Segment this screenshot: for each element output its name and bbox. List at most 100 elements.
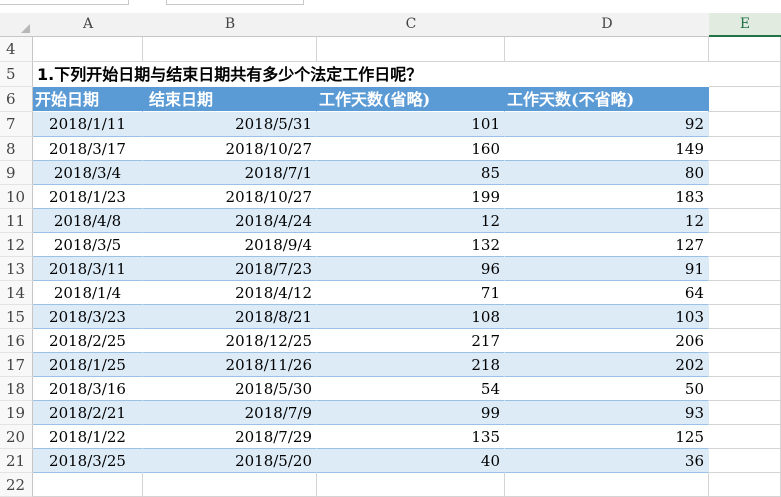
column-header-a[interactable]: A: [33, 13, 144, 37]
select-all-corner[interactable]: [0, 13, 34, 37]
row-header-7[interactable]: 7: [0, 112, 33, 137]
empty-cell[interactable]: [505, 37, 709, 62]
empty-cell-e21[interactable]: [709, 449, 781, 473]
cell-workdays-full[interactable]: 183: [505, 185, 709, 209]
empty-cell-e17[interactable]: [709, 353, 781, 377]
cell-workdays-omitted[interactable]: 12: [317, 209, 505, 233]
empty-cell[interactable]: [143, 37, 317, 62]
cell-start-date[interactable]: 2018/1/4: [33, 281, 143, 305]
row-header-16[interactable]: 16: [0, 329, 33, 353]
row-header-15[interactable]: 15: [0, 305, 33, 329]
row-header-17[interactable]: 17: [0, 353, 33, 377]
empty-cell[interactable]: [143, 473, 317, 497]
empty-cell-e8[interactable]: [709, 137, 781, 161]
table-header-end-date[interactable]: 结束日期: [143, 87, 317, 112]
cell-end-date[interactable]: 2018/7/23: [143, 257, 317, 281]
empty-cell-e20[interactable]: [709, 425, 781, 449]
empty-cell[interactable]: [33, 37, 143, 62]
cell-start-date[interactable]: 2018/3/5: [33, 233, 143, 257]
empty-cell-e22[interactable]: [709, 473, 781, 497]
cell-workdays-full[interactable]: 103: [505, 305, 709, 329]
row-header-8[interactable]: 8: [0, 137, 33, 161]
empty-cell-e4[interactable]: [709, 37, 781, 62]
cell-start-date[interactable]: 2018/4/8: [33, 209, 143, 233]
cell-end-date[interactable]: 2018/11/26: [143, 353, 317, 377]
cell-start-date[interactable]: 2018/1/22: [33, 425, 143, 449]
empty-cell-e14[interactable]: [709, 281, 781, 305]
empty-cell-e11[interactable]: [709, 209, 781, 233]
empty-cell-e15[interactable]: [709, 305, 781, 329]
row-header-4[interactable]: 4: [0, 37, 33, 62]
empty-cell[interactable]: [33, 473, 143, 497]
tab-edge-middle[interactable]: [166, 0, 304, 5]
cell-workdays-omitted[interactable]: 132: [317, 233, 505, 257]
cell-workdays-omitted[interactable]: 40: [317, 449, 505, 473]
row-header-22[interactable]: 22: [0, 473, 33, 497]
empty-cell-e12[interactable]: [709, 233, 781, 257]
cell-workdays-omitted[interactable]: 96: [317, 257, 505, 281]
cell-workdays-full[interactable]: 127: [505, 233, 709, 257]
cell-end-date[interactable]: 2018/5/31: [143, 112, 317, 137]
row-header-14[interactable]: 14: [0, 281, 33, 305]
column-header-b[interactable]: B: [143, 13, 318, 37]
cell-workdays-full[interactable]: 36: [505, 449, 709, 473]
row-header-18[interactable]: 18: [0, 377, 33, 401]
cell-workdays-full[interactable]: 50: [505, 377, 709, 401]
cell-workdays-omitted[interactable]: 85: [317, 161, 505, 185]
cell-end-date[interactable]: 2018/7/29: [143, 425, 317, 449]
empty-cell-e5[interactable]: [709, 62, 781, 87]
empty-cell-e9[interactable]: [709, 161, 781, 185]
row-header-10[interactable]: 10: [0, 185, 33, 209]
row-header-6[interactable]: 6: [0, 87, 33, 112]
cell-workdays-omitted[interactable]: 199: [317, 185, 505, 209]
cell-workdays-full[interactable]: 93: [505, 401, 709, 425]
row-header-13[interactable]: 13: [0, 257, 33, 281]
row-header-5[interactable]: 5: [0, 62, 33, 87]
cell-start-date[interactable]: 2018/3/23: [33, 305, 143, 329]
column-header-d[interactable]: D: [505, 13, 710, 37]
table-header-start-date[interactable]: 开始日期: [33, 87, 143, 112]
cell-start-date[interactable]: 2018/1/11: [33, 112, 143, 137]
cell-workdays-omitted[interactable]: 218: [317, 353, 505, 377]
table-header-workdays-full[interactable]: 工作天数(不省略): [505, 87, 709, 112]
row-header-19[interactable]: 19: [0, 401, 33, 425]
cell-workdays-omitted[interactable]: 71: [317, 281, 505, 305]
cell-start-date[interactable]: 2018/1/23: [33, 185, 143, 209]
cell-end-date[interactable]: 2018/4/12: [143, 281, 317, 305]
cell-workdays-full[interactable]: 206: [505, 329, 709, 353]
question-title[interactable]: 1.下列开始日期与结束日期共有多少个法定工作日呢？: [33, 62, 709, 87]
cell-workdays-full[interactable]: 202: [505, 353, 709, 377]
cell-workdays-full[interactable]: 64: [505, 281, 709, 305]
cell-workdays-omitted[interactable]: 108: [317, 305, 505, 329]
cell-workdays-omitted[interactable]: 101: [317, 112, 505, 137]
column-header-e[interactable]: E: [709, 13, 781, 37]
cell-start-date[interactable]: 2018/3/17: [33, 137, 143, 161]
column-header-c[interactable]: C: [317, 13, 506, 37]
cell-end-date[interactable]: 2018/7/9: [143, 401, 317, 425]
empty-cell-e13[interactable]: [709, 257, 781, 281]
cell-workdays-full[interactable]: 91: [505, 257, 709, 281]
cell-end-date[interactable]: 2018/5/20: [143, 449, 317, 473]
empty-cell[interactable]: [505, 473, 709, 497]
cell-start-date[interactable]: 2018/2/21: [33, 401, 143, 425]
cell-start-date[interactable]: 2018/3/4: [33, 161, 143, 185]
cell-start-date[interactable]: 2018/3/11: [33, 257, 143, 281]
cell-end-date[interactable]: 2018/7/1: [143, 161, 317, 185]
cell-end-date[interactable]: 2018/9/4: [143, 233, 317, 257]
cell-start-date[interactable]: 2018/1/25: [33, 353, 143, 377]
cell-workdays-omitted[interactable]: 99: [317, 401, 505, 425]
cell-workdays-omitted[interactable]: 135: [317, 425, 505, 449]
empty-cell[interactable]: [317, 37, 505, 62]
cell-workdays-full[interactable]: 149: [505, 137, 709, 161]
row-header-12[interactable]: 12: [0, 233, 33, 257]
tab-edge-left[interactable]: [0, 0, 129, 5]
cell-end-date[interactable]: 2018/4/24: [143, 209, 317, 233]
cell-end-date[interactable]: 2018/5/30: [143, 377, 317, 401]
row-header-21[interactable]: 21: [0, 449, 33, 473]
cell-end-date[interactable]: 2018/12/25: [143, 329, 317, 353]
cell-end-date[interactable]: 2018/10/27: [143, 185, 317, 209]
row-header-11[interactable]: 11: [0, 209, 33, 233]
cell-end-date[interactable]: 2018/10/27: [143, 137, 317, 161]
cell-workdays-omitted[interactable]: 54: [317, 377, 505, 401]
cell-end-date[interactable]: 2018/8/21: [143, 305, 317, 329]
